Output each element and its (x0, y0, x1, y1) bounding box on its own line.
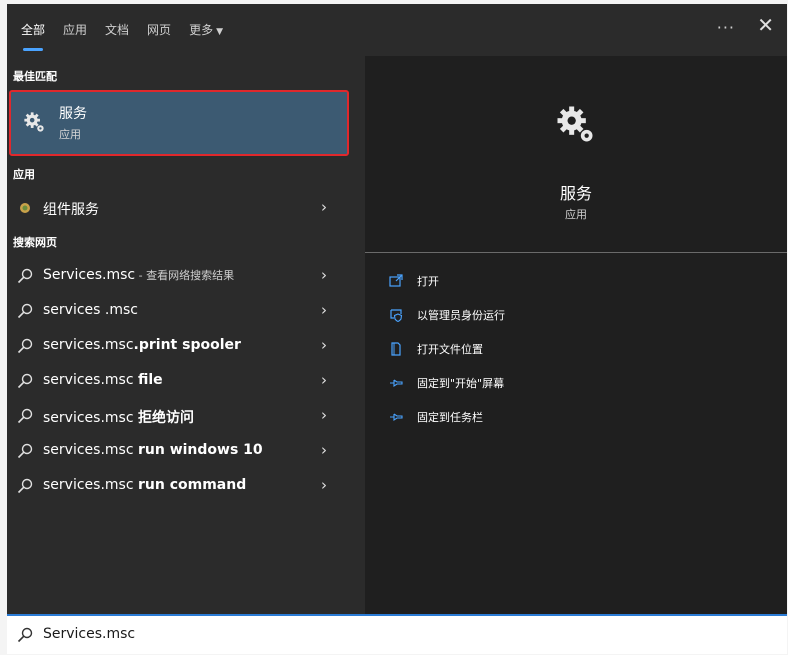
pin-icon (390, 413, 403, 422)
chevron-right-icon[interactable]: › (321, 198, 327, 216)
tab-all-label: 全部 (21, 23, 46, 37)
chevron-right-icon[interactable]: › (321, 406, 327, 424)
tab-web[interactable]: 网页 (147, 22, 171, 46)
section-best-match: 最佳匹配 (13, 70, 57, 83)
web-result[interactable]: services.msc run windows 10 › (7, 435, 357, 467)
shield-icon (390, 309, 403, 322)
search-box[interactable]: Services.msc (7, 614, 787, 654)
action-label: 打开 (417, 275, 439, 288)
web-result-bold: file (137, 372, 163, 388)
web-result-text: services.msc (43, 477, 138, 493)
web-result-bold: 拒绝访问 (137, 410, 194, 426)
divider (365, 252, 787, 253)
web-result-label: services.msc run windows 10 (43, 442, 263, 458)
web-result-bold: run command (137, 477, 247, 493)
open-icon (389, 274, 403, 287)
web-result[interactable]: services.msc file › (7, 365, 357, 397)
search-icon (17, 478, 33, 494)
tab-all[interactable]: 全部 (21, 22, 46, 51)
filter-tab-bar: 全部 应用 文档 网页 更多 ▼ ··· ✕ (7, 4, 787, 56)
search-input[interactable]: Services.msc (43, 626, 135, 642)
action-label: 打开文件位置 (417, 343, 483, 356)
pin-icon (390, 379, 403, 388)
tab-documents[interactable]: 文档 (105, 22, 129, 46)
action-label: 固定到"开始"屏幕 (417, 377, 505, 390)
tab-apps-label: 应用 (63, 23, 88, 37)
tab-more-label: 更多 (189, 23, 214, 37)
best-match-name: 服务 (59, 106, 87, 122)
best-match-type: 应用 (59, 128, 81, 141)
web-result-label: Services.msc - 查看网络搜索结果 (43, 267, 234, 283)
chevron-right-icon[interactable]: › (321, 301, 327, 319)
caret-down-icon: ▼ (216, 27, 223, 37)
file-location-icon (391, 342, 401, 356)
web-result-text: services.msc (43, 410, 138, 426)
web-result-text: services.msc (43, 337, 134, 353)
details-pane: 服务 应用 打开 以管理员身份运行 打开文件位置 固定到"开始"屏幕 固定到任务… (365, 56, 787, 614)
details-app-type: 应用 (565, 208, 587, 221)
web-result-hint: - 查看网络搜索结果 (135, 269, 235, 282)
web-result-text: services .msc (43, 302, 138, 318)
app-result-label: 组件服务 (43, 202, 99, 218)
section-web: 搜索网页 (13, 236, 57, 249)
app-result-component-services[interactable]: 组件服务 › (7, 192, 357, 224)
web-result[interactable]: services.msc 拒绝访问 › (7, 400, 357, 432)
close-button[interactable]: ✕ (757, 15, 774, 35)
web-result-bold: run windows 10 (137, 442, 263, 458)
chevron-right-icon[interactable]: › (321, 371, 327, 389)
web-result-text: services.msc (43, 442, 138, 458)
results-list: 最佳匹配 服务 应用 应用 组件服务 › 搜索网页 Services.msc -… (7, 56, 357, 614)
component-services-icon (20, 203, 30, 213)
chevron-right-icon[interactable]: › (321, 441, 327, 459)
tab-more[interactable]: 更多 ▼ (189, 22, 223, 46)
web-result-label: services.msc.print spooler (43, 337, 241, 353)
search-icon (17, 373, 33, 389)
web-result[interactable]: services.msc run command › (7, 470, 357, 502)
tab-apps[interactable]: 应用 (63, 22, 87, 46)
web-result-label: services.msc 拒绝访问 (43, 407, 194, 427)
search-icon (17, 268, 33, 284)
web-result-bold: .print spooler (133, 337, 241, 353)
search-icon (17, 443, 33, 459)
web-result[interactable]: Services.msc - 查看网络搜索结果 › (7, 260, 357, 292)
more-options-button[interactable]: ··· (717, 18, 735, 37)
search-icon (17, 408, 33, 424)
chevron-right-icon[interactable]: › (321, 336, 327, 354)
search-panel: 全部 应用 文档 网页 更多 ▼ ··· ✕ 最佳匹配 服务 应用 应用 组件服… (7, 4, 787, 614)
chevron-right-icon[interactable]: › (321, 476, 327, 494)
gear-icon (24, 112, 44, 132)
chevron-right-icon[interactable]: › (321, 266, 327, 284)
gear-icon (557, 106, 593, 142)
search-icon (17, 303, 33, 319)
section-apps: 应用 (13, 168, 35, 181)
web-result-label: services.msc file (43, 372, 163, 388)
web-result-label: services .msc (43, 302, 138, 318)
search-icon (17, 338, 33, 354)
action-label: 固定到任务栏 (417, 411, 483, 424)
best-match-item[interactable]: 服务 应用 (9, 90, 349, 156)
details-app-name: 服务 (559, 184, 592, 203)
tab-web-label: 网页 (147, 23, 172, 37)
web-result[interactable]: services .msc › (7, 295, 357, 327)
tab-documents-label: 文档 (105, 23, 130, 37)
action-label: 以管理员身份运行 (417, 309, 505, 322)
web-result-text: Services.msc (43, 267, 136, 283)
web-result[interactable]: services.msc.print spooler › (7, 330, 357, 362)
web-result-text: services.msc (43, 372, 138, 388)
search-icon (17, 627, 33, 643)
web-result-label: services.msc run command (43, 477, 246, 493)
